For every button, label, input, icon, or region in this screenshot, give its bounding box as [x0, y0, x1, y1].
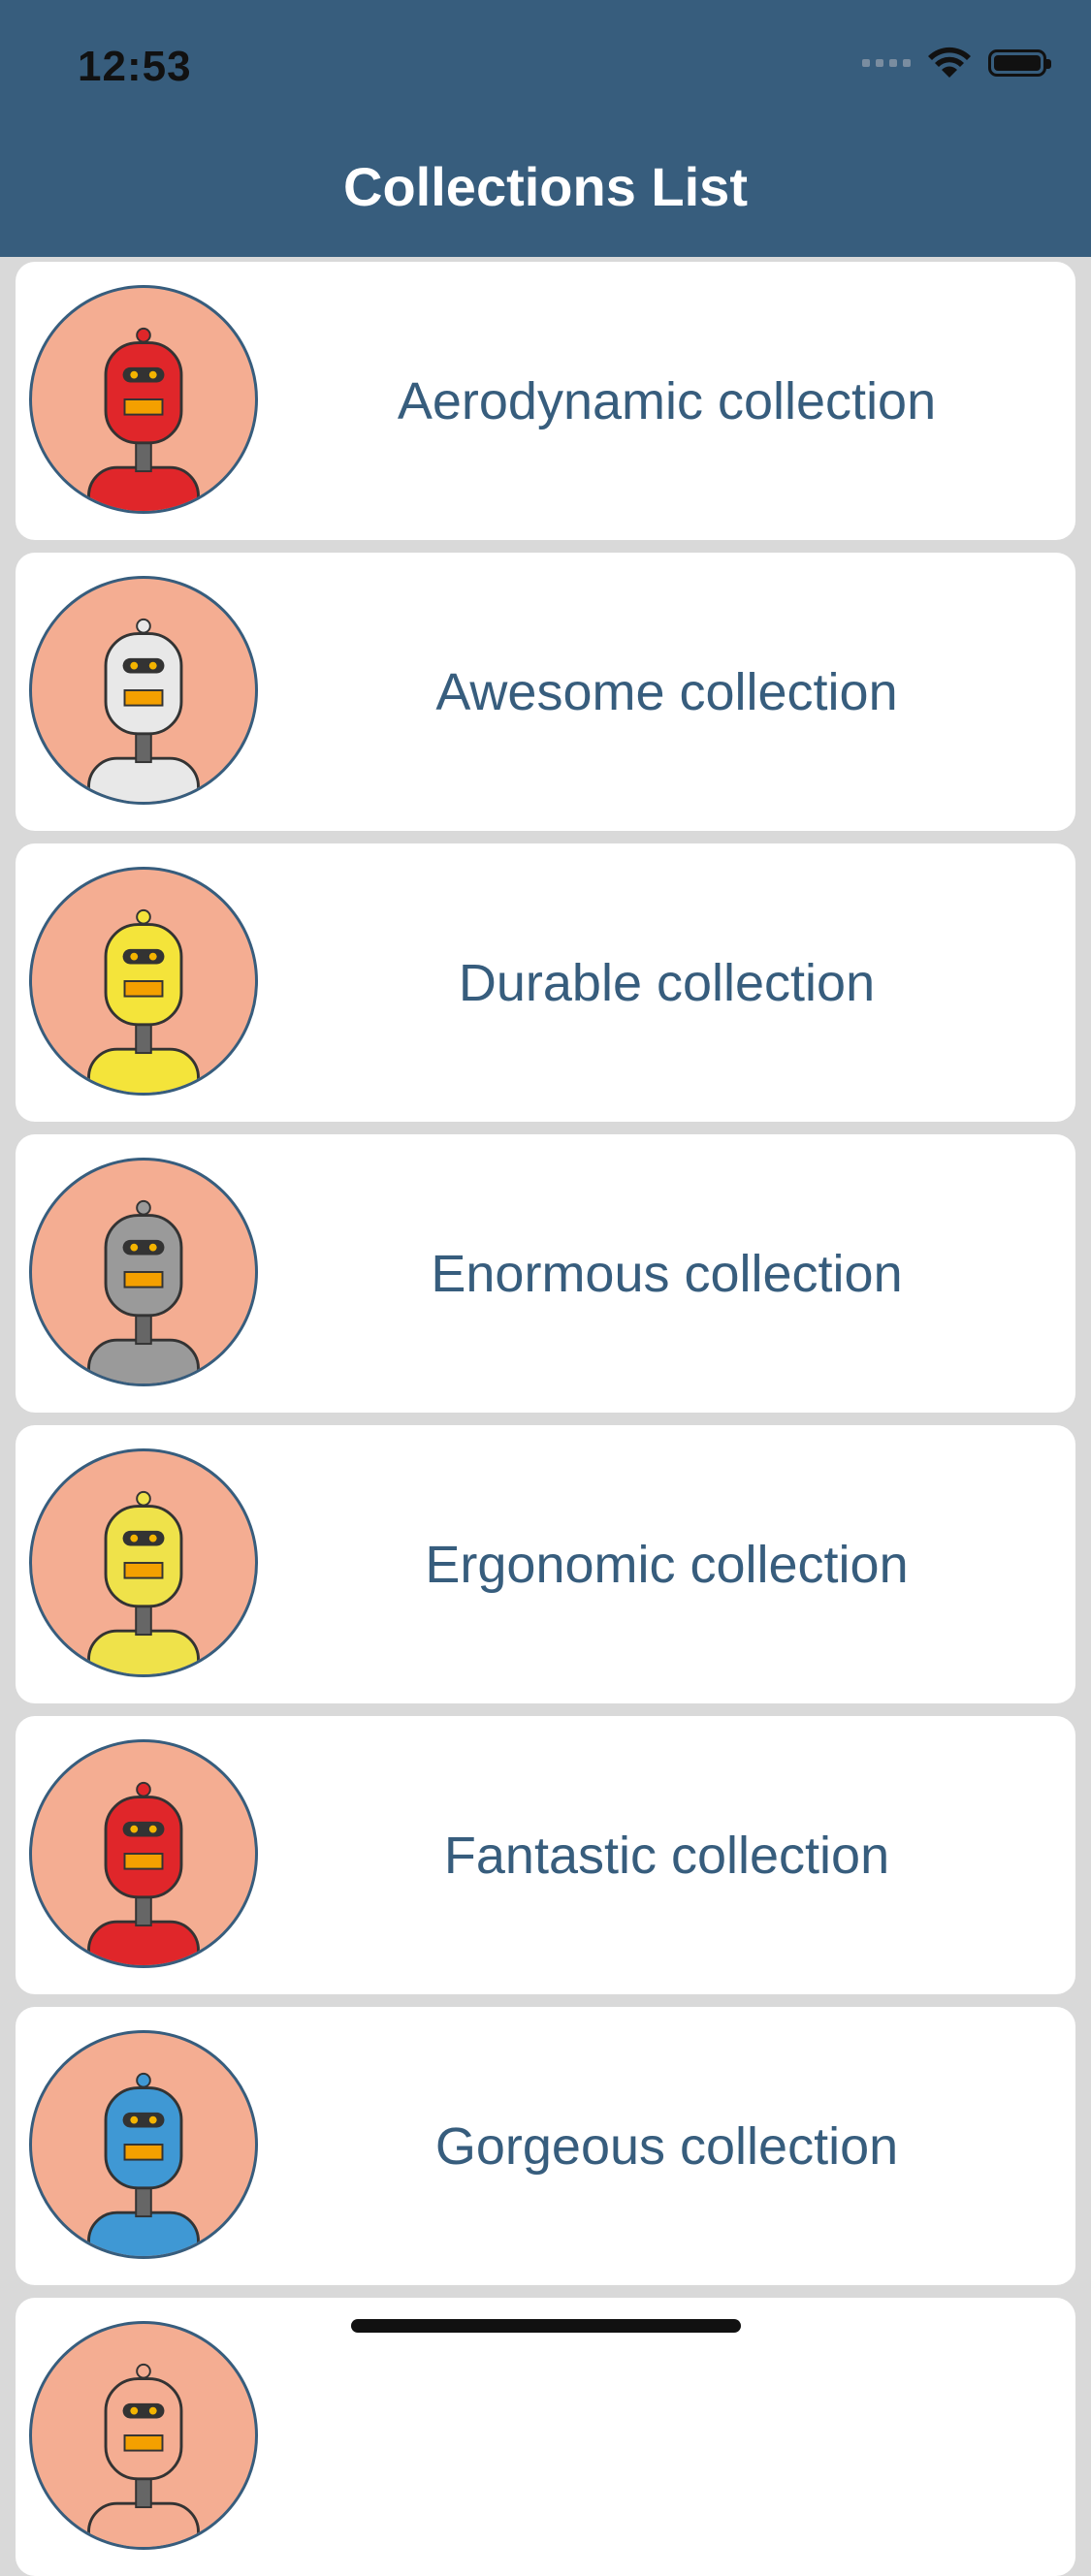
collection-label: Awesome collection [435, 662, 898, 721]
collection-row[interactable]: Gorgeous collection [16, 2007, 1075, 2285]
collection-label [258, 2298, 1075, 2576]
robot-avatar-icon [29, 576, 258, 805]
collection-label: Ergonomic collection [425, 1535, 909, 1594]
collection-row[interactable]: Awesome collection [16, 553, 1075, 831]
collection-label: Enormous collection [431, 1244, 903, 1303]
status-time: 12:53 [78, 43, 192, 90]
collection-label: Durable collection [458, 953, 876, 1012]
page-title: Collections List [343, 156, 748, 217]
collection-label: Gorgeous collection [434, 2116, 899, 2176]
collection-row[interactable]: Ergonomic collection [16, 1425, 1075, 1703]
robot-avatar-icon [29, 867, 258, 1096]
robot-avatar-icon [29, 2030, 258, 2259]
collection-row[interactable]: Durable collection [16, 843, 1075, 1122]
collection-label: Aerodynamic collection [397, 371, 937, 430]
collection-row[interactable]: Fantastic collection [16, 1716, 1075, 1994]
collection-row[interactable]: Enormous collection [16, 1134, 1075, 1413]
robot-avatar-icon [29, 1448, 258, 1677]
battery-icon [988, 49, 1051, 77]
robot-avatar-icon [29, 1739, 258, 1968]
collection-row[interactable]: Aerodynamic collection [16, 262, 1075, 540]
robot-avatar-icon [29, 1158, 258, 1386]
collection-label: Fantastic collection [443, 1826, 890, 1885]
robot-avatar-icon [29, 2321, 258, 2550]
wifi-icon [928, 47, 971, 78]
collection-row[interactable] [16, 2298, 1075, 2576]
navigation-header: 12:53 Collections List [0, 0, 1091, 257]
status-icons [862, 47, 1051, 80]
signal-icon [862, 59, 911, 67]
home-indicator [351, 2319, 741, 2333]
robot-avatar-icon [29, 285, 258, 514]
